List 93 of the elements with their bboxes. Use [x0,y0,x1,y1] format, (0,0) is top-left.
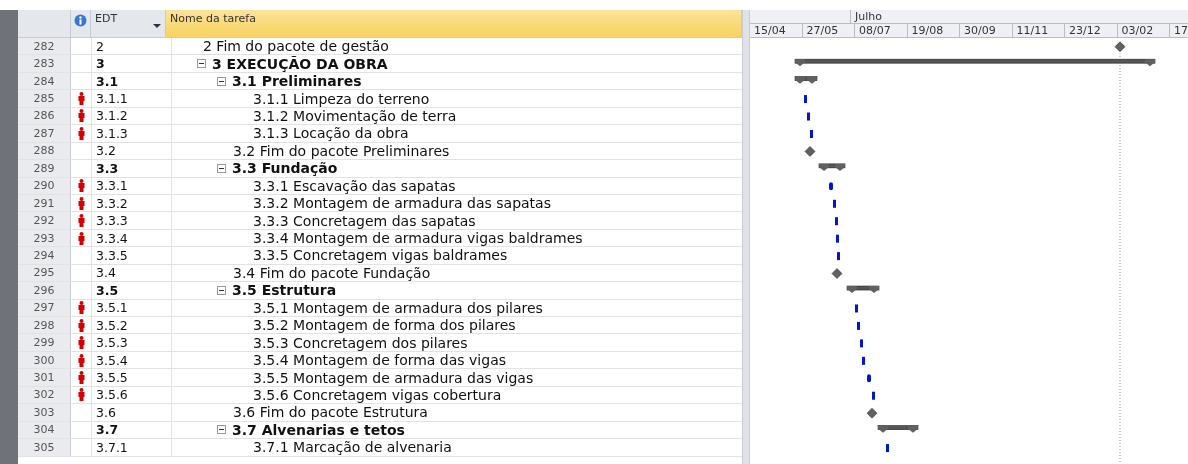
collapse-icon[interactable] [217,76,226,86]
timescale-label: 11/11 [1012,24,1065,37]
table-cell: 3.1.3 [92,125,172,142]
table-cell: 3.5 [92,282,172,299]
task-name: 3.1.2 Movimentação de terra [253,107,457,124]
timescale-label: 03/02 [1117,24,1170,37]
collapse-icon[interactable] [217,425,226,435]
timescale-label: 30/09 [960,24,1013,37]
table-cell: 3.4 [92,264,172,282]
table-cell: 3.1.1 [92,90,172,107]
person-icon [77,353,85,367]
task-name: 2 Fim do pacote de gestão [203,38,389,55]
table-cell: 3.5.6 [92,386,172,404]
task-name: 3.4 Fim do pacote Fundação [233,264,431,281]
person-icon [77,371,85,385]
person-icon [77,126,85,140]
row-number: 285 [18,90,71,107]
timescale-label: 19/08 [907,24,960,37]
task-name: 3 EXECUÇÃO DA OBRA [212,55,388,72]
table-cell: 3.2 [92,142,172,160]
task-name: 3.2 Fim do pacote Preliminares [233,142,450,159]
task-name: 3.7 Alvenarias e tetos [232,421,405,438]
person-icon [77,388,85,402]
task-name: 3.5.2 Montagem de forma dos pilares [253,317,516,334]
task-name: 3.5.3 Concretagem dos pilares [253,334,468,351]
timescale-label: 23/12 [1065,24,1118,37]
timescale-label: 17 [1170,24,1188,37]
collapse-icon[interactable] [217,285,226,295]
row-number: 303 [18,404,71,421]
column-header[interactable]: EDT [91,10,166,37]
table-cell: 3.5.1 [92,299,172,316]
task-name: 3.1.1 Limpeza do terreno [253,90,430,107]
row-number: 296 [18,282,71,299]
person-icon [77,92,85,106]
task-name: 3.7.1 Marcação de alvenaria [253,439,452,456]
task-name: 3.3.1 Escavação das sapatas [253,177,456,194]
table-cell: 3.5.5 [92,369,172,386]
person-icon [77,231,85,245]
row-number: 289 [18,160,71,177]
info-icon [74,14,87,27]
timescale-label: 08/07 [855,24,908,37]
task-name: 3.5 Estrutura [232,282,337,299]
task-name: 3.5.5 Montagem de armadura das vigas [253,369,534,386]
person-icon [77,301,85,315]
timescale-label: 27/05 [802,24,855,37]
table-cell: 3.6 [92,404,172,421]
timescale-label: 15/04 [750,24,803,37]
task-name: 3.5.1 Montagem de armadura dos pilares [253,299,543,316]
table-cell: 3.5.2 [92,317,172,334]
collapse-icon[interactable] [197,59,206,69]
table-cell: 3.5.3 [92,334,172,351]
row-number: 305 [18,439,71,456]
task-name: 3.3.4 Montagem de armadura vigas baldrames [253,230,583,247]
row-number: 292 [18,212,71,229]
table-cell: 3.5.4 [92,351,172,369]
person-icon [77,214,85,228]
dropdown-icon [153,24,161,28]
table-cell: 3 [92,55,172,72]
table-cell: 3.7 [92,421,172,439]
person-icon [77,318,85,332]
task-name: 3.3.2 Montagem de armadura das sapatas [253,195,551,212]
person-icon [77,196,85,210]
table-cell: 3.1.2 [92,107,172,125]
row-number: 294 [18,247,71,264]
table-cell: 3.3 [92,160,172,177]
row-number: 299 [18,334,71,351]
person-icon [77,109,85,123]
collapse-icon[interactable] [217,163,226,173]
table-cell: 2 [92,38,172,55]
row-number: 298 [18,317,71,334]
task-name: 3.6 Fim do pacote Estrutura [233,404,428,421]
task-name: 3.1 Preliminares [232,73,362,90]
row-number: 301 [18,369,71,386]
timescale-label: Julho [851,10,1188,23]
table-cell: 3.1 [92,72,172,90]
row-number: 282 [18,38,71,55]
task-name: 3.1.3 Locação da obra [253,125,409,142]
task-name: 3.3 Fundação [232,160,338,177]
task-name: 3.5.4 Montagem de forma das vigas [253,352,506,369]
person-icon [77,179,85,193]
person-icon [77,336,85,350]
row-number: 283 [18,55,71,72]
task-name: 3.5.6 Concretagem vigas cobertura [253,386,502,403]
row-number: 287 [18,125,71,142]
table-cell: 3.3.4 [92,229,172,247]
task-name: 3.3.5 Concretagem vigas baldrames [253,247,508,264]
table-cell: 3.3.1 [92,177,172,194]
table-cell: 3.7.1 [92,439,172,456]
table-cell: 3.3.3 [92,212,172,229]
table-cell: 3.3.5 [92,247,172,264]
table-cell: 3.3.2 [92,194,172,212]
column-header[interactable]: Nome da tarefa [166,10,742,37]
task-name: 3.3.3 Concretagem das sapatas [253,212,476,229]
